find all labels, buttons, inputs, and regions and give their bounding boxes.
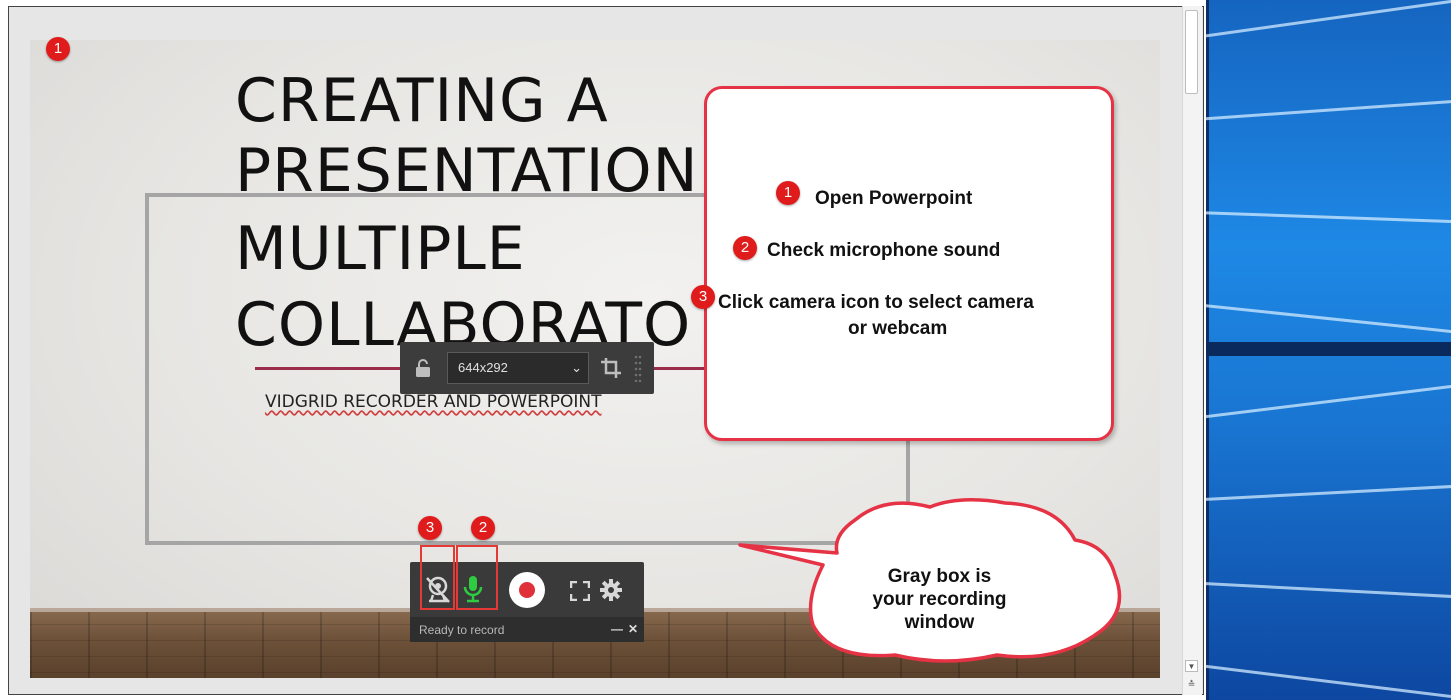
cloud-line-1: Gray box is bbox=[887, 566, 992, 587]
vertical-scrollbar[interactable] bbox=[1182, 6, 1202, 695]
close-button[interactable]: ✕ bbox=[628, 622, 638, 636]
cloud-line-2: your recording bbox=[872, 589, 1007, 610]
light-streak bbox=[1206, 300, 1451, 339]
camera-highlight-box bbox=[420, 545, 455, 610]
callout-badge-1: 1 bbox=[776, 181, 800, 205]
resolution-select[interactable]: 644x292 ⌄ bbox=[447, 352, 589, 384]
scroll-down-icon[interactable]: ▼ bbox=[1185, 660, 1198, 672]
minimize-button[interactable]: — bbox=[611, 622, 623, 636]
light-streak bbox=[1206, 96, 1451, 123]
chevron-down-icon: ⌄ bbox=[571, 360, 582, 375]
step-3-text-line-2: or webcam bbox=[848, 318, 948, 339]
cloud-text: Gray box is your recording window bbox=[852, 565, 1027, 634]
resolution-value: 644x292 bbox=[458, 360, 508, 375]
mic-highlight-box bbox=[456, 545, 498, 610]
size-toolbar: 644x292 ⌄ bbox=[400, 342, 654, 394]
fullscreen-icon[interactable] bbox=[570, 581, 590, 601]
light-streak bbox=[1206, 210, 1451, 225]
camera-step-badge: 3 bbox=[418, 516, 442, 540]
instructions-callout bbox=[704, 86, 1114, 441]
drag-grip-icon[interactable] bbox=[634, 354, 642, 382]
callout-badge-2: 2 bbox=[733, 236, 757, 260]
crop-icon[interactable] bbox=[600, 356, 622, 380]
screen: CREATING A PRESENTATION MULTIPLE COLLABO… bbox=[0, 0, 1451, 700]
record-button[interactable] bbox=[509, 572, 545, 608]
light-streak bbox=[1206, 660, 1451, 700]
callout-badge-3: 3 bbox=[691, 285, 715, 309]
light-streak bbox=[1206, 378, 1451, 423]
next-slide-icon[interactable]: ≛ bbox=[1185, 678, 1198, 690]
cloud-line-3: window bbox=[904, 612, 975, 633]
step-1-text: Open Powerpoint bbox=[815, 188, 973, 209]
gear-icon[interactable] bbox=[599, 578, 623, 602]
light-streak bbox=[1206, 580, 1451, 601]
step-2-text: Check microphone sound bbox=[767, 240, 1001, 261]
light-streak bbox=[1206, 0, 1451, 43]
lock-icon[interactable] bbox=[414, 358, 432, 378]
step-3-text: Click camera icon to select camera bbox=[718, 292, 1034, 313]
scrollbar-thumb[interactable] bbox=[1185, 10, 1198, 94]
step-badge-1: 1 bbox=[46, 37, 70, 61]
light-streak bbox=[1206, 482, 1451, 503]
status-text: Ready to record bbox=[419, 623, 505, 637]
mic-step-badge: 2 bbox=[471, 516, 495, 540]
window-divider bbox=[1206, 342, 1451, 356]
slide-title-line-1: CREATING A bbox=[235, 66, 609, 136]
desktop-wallpaper bbox=[1206, 0, 1451, 700]
